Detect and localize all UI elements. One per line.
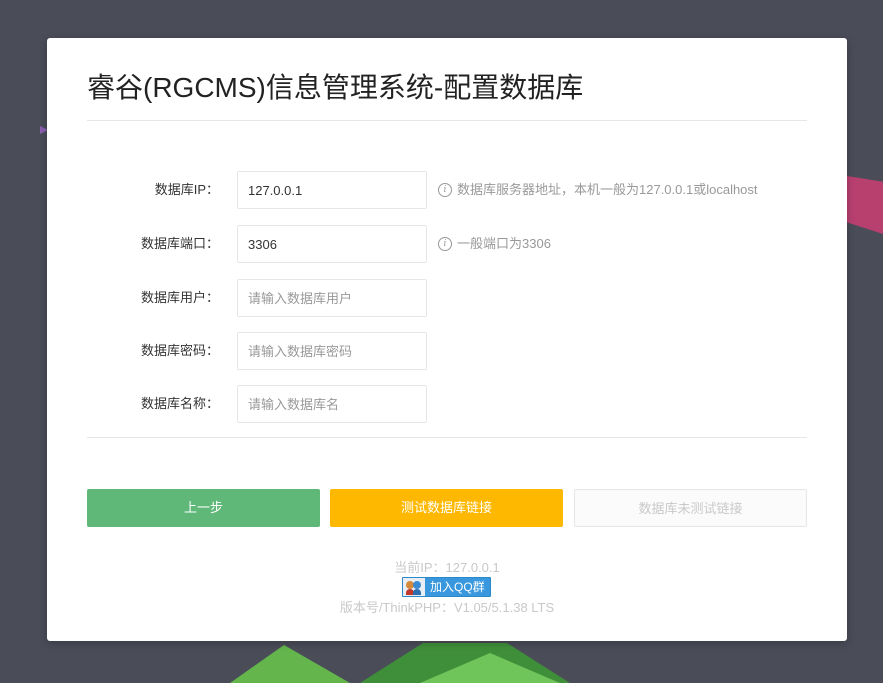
db-ip-hint-text: 数据库服务器地址，本机一般为127.0.0.1或localhost (457, 171, 758, 209)
form-row-db-name: 数据库名称： (47, 385, 847, 423)
background-decoration (847, 176, 883, 234)
db-port-input[interactable] (237, 225, 427, 263)
join-qq-group-label: 加入QQ群 (425, 578, 490, 596)
form-row-db-port: 数据库端口： i 一般端口为3306 (47, 225, 847, 263)
form-row-db-password: 数据库密码： (47, 332, 847, 370)
form-row-db-user: 数据库用户： (47, 279, 847, 317)
test-connection-button[interactable]: 测试数据库链接 (330, 489, 563, 527)
page-title: 睿谷(RGCMS)信息管理系统-配置数据库 (87, 68, 583, 108)
db-user-label: 数据库用户： (87, 279, 219, 317)
db-ip-hint: i 数据库服务器地址，本机一般为127.0.0.1或localhost (438, 171, 758, 209)
current-ip-text: 当前IP：127.0.0.1 (47, 559, 847, 577)
info-circle-icon: i (438, 183, 452, 197)
prev-step-button[interactable]: 上一步 (87, 489, 320, 527)
info-circle-icon: i (438, 237, 452, 251)
form-divider (87, 437, 807, 438)
background-decoration (230, 645, 350, 683)
db-ip-label: 数据库IP： (87, 171, 219, 209)
db-port-hint-text: 一般端口为3306 (457, 225, 551, 263)
title-divider (87, 120, 807, 121)
db-user-input[interactable] (237, 279, 427, 317)
join-qq-group-link[interactable]: 加入QQ群 (402, 577, 491, 597)
untested-status-button: 数据库未测试链接 (574, 489, 807, 527)
db-port-hint: i 一般端口为3306 (438, 225, 551, 263)
db-name-input[interactable] (237, 385, 427, 423)
qq-group-icon (403, 578, 425, 596)
version-text: 版本号/ThinkPHP：V1.05/5.1.38 LTS (47, 599, 847, 617)
db-password-label: 数据库密码： (87, 332, 219, 370)
install-card: 睿谷(RGCMS)信息管理系统-配置数据库 数据库IP： i 数据库服务器地址，… (47, 38, 847, 641)
form-row-db-ip: 数据库IP： i 数据库服务器地址，本机一般为127.0.0.1或localho… (47, 171, 847, 209)
db-port-label: 数据库端口： (87, 225, 219, 263)
db-name-label: 数据库名称： (87, 385, 219, 423)
db-password-input[interactable] (237, 332, 427, 370)
db-ip-input[interactable] (237, 171, 427, 209)
